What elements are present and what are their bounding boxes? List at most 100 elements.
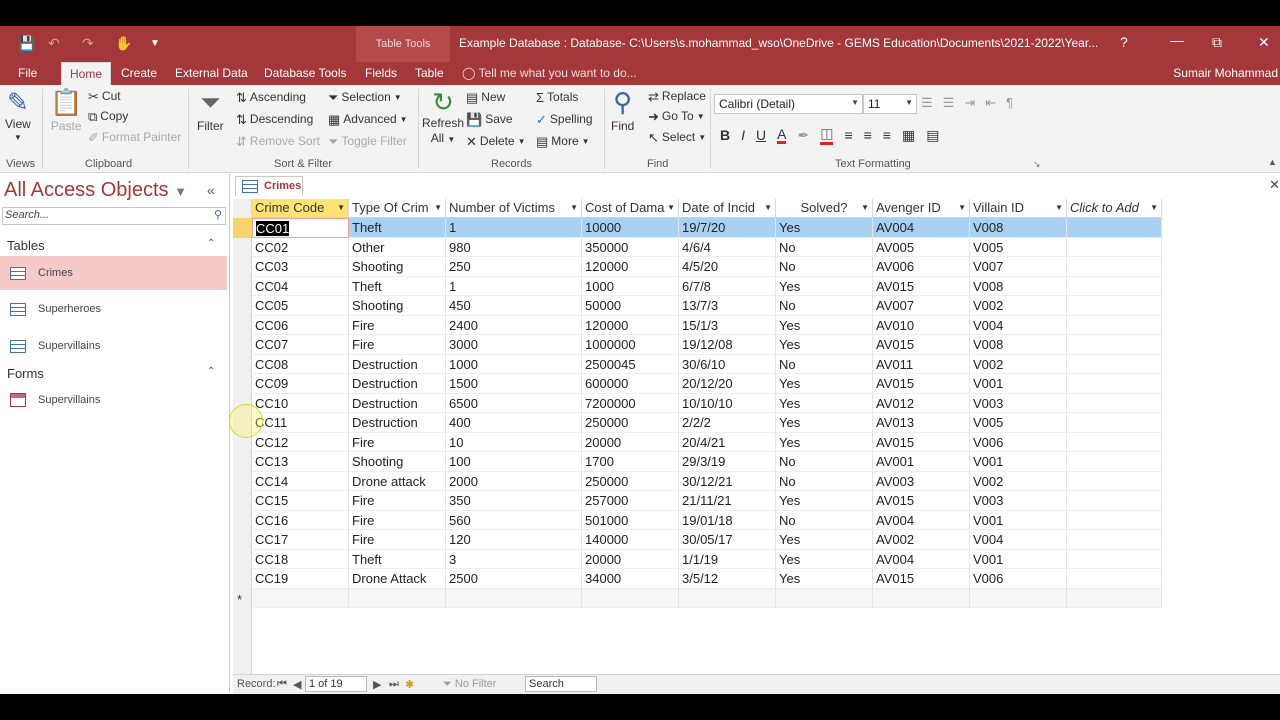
- table-cell[interactable]: 450: [446, 296, 582, 316]
- table-cell[interactable]: V004: [970, 530, 1067, 550]
- replace-button[interactable]: ⇄ Replace: [648, 89, 706, 103]
- table-cell[interactable]: Yes: [776, 218, 873, 238]
- column-filter-dropdown-icon[interactable]: ▼: [570, 203, 578, 212]
- table-cell[interactable]: V002: [970, 296, 1067, 316]
- tab-external-data[interactable]: External Data: [175, 66, 248, 80]
- table-cell[interactable]: No: [776, 510, 873, 530]
- font-name-select[interactable]: Calibri (Detail) ▼: [714, 94, 863, 114]
- table-cell[interactable]: AV015: [873, 569, 970, 589]
- touch-mode-icon[interactable]: ✋: [115, 35, 132, 52]
- table-cell[interactable]: [1067, 432, 1162, 452]
- table-cell[interactable]: V002: [970, 354, 1067, 374]
- table-cell[interactable]: 10000: [582, 218, 679, 238]
- table-cell[interactable]: 30/05/17: [679, 530, 776, 550]
- table-cell[interactable]: V006: [970, 432, 1067, 452]
- new-record-marker[interactable]: *: [237, 592, 242, 607]
- column-filter-dropdown-icon[interactable]: ▼: [1150, 203, 1158, 212]
- table-cell[interactable]: 7200000: [582, 393, 679, 413]
- column-header[interactable]: Crime Code ▼: [252, 199, 349, 218]
- table-cell[interactable]: 1000000: [582, 335, 679, 355]
- table-cell[interactable]: Destruction: [349, 354, 446, 374]
- table-cell[interactable]: [1067, 276, 1162, 296]
- table-cell[interactable]: AV013: [873, 413, 970, 433]
- record-selector[interactable]: [233, 472, 252, 492]
- table-cell[interactable]: Yes: [776, 530, 873, 550]
- table-cell[interactable]: 4/6/4: [679, 237, 776, 257]
- table-cell[interactable]: AV005: [873, 237, 970, 257]
- table-cell[interactable]: 1: [446, 218, 582, 238]
- column-filter-dropdown-icon[interactable]: ▼: [764, 203, 772, 212]
- selection-button[interactable]: ⏷ Selection ▼: [328, 90, 402, 104]
- column-header[interactable]: Date of Incid ▼: [679, 199, 776, 218]
- nav-search-input[interactable]: Search... ⚲: [2, 207, 226, 225]
- table-cell[interactable]: Yes: [776, 335, 873, 355]
- collapse-ribbon-icon[interactable]: ▲: [1268, 157, 1277, 167]
- table-cell[interactable]: 140000: [582, 530, 679, 550]
- table-cell[interactable]: V002: [970, 471, 1067, 491]
- table-cell[interactable]: 400: [446, 413, 582, 433]
- table-cell[interactable]: 21/11/21: [679, 491, 776, 511]
- table-cell[interactable]: Theft: [349, 276, 446, 296]
- table-cell[interactable]: 15/1/3: [679, 315, 776, 335]
- spelling-button[interactable]: ✓ Spelling: [536, 112, 593, 126]
- column-filter-dropdown-icon[interactable]: ▼: [337, 203, 345, 212]
- delete-record-button[interactable]: ✕ Delete ▼: [466, 134, 526, 148]
- save-icon[interactable]: 💾: [18, 35, 35, 52]
- table-cell[interactable]: CC15: [252, 491, 349, 511]
- table-cell[interactable]: [1067, 569, 1162, 589]
- table-cell[interactable]: [1067, 374, 1162, 394]
- table-cell[interactable]: 20/12/20: [679, 374, 776, 394]
- tell-me-search[interactable]: ◯ Tell me what you want to do...: [462, 66, 637, 80]
- table-cell[interactable]: No: [776, 237, 873, 257]
- minimize-button[interactable]: —: [1170, 32, 1184, 48]
- cut-button[interactable]: ✂ Cut: [88, 89, 121, 103]
- table-cell[interactable]: 34000: [582, 569, 679, 589]
- table-cell[interactable]: 980: [446, 237, 582, 257]
- align-left-icon[interactable]: ≡: [844, 127, 852, 143]
- close-button[interactable]: ✕: [1258, 34, 1270, 51]
- collapse-section-icon[interactable]: ⌃: [207, 238, 215, 249]
- table-cell[interactable]: 3: [446, 549, 582, 569]
- collapse-section-icon[interactable]: ⌃: [207, 366, 215, 377]
- table-cell[interactable]: AV011: [873, 354, 970, 374]
- align-center-icon[interactable]: ≡: [864, 127, 872, 143]
- filter-button[interactable]: ⏷ Filter: [197, 89, 224, 133]
- record-selector[interactable]: [233, 491, 252, 511]
- table-cell[interactable]: 100: [446, 452, 582, 472]
- goto-button[interactable]: ➜ Go To ▼: [648, 109, 705, 123]
- font-size-select[interactable]: 11 ▼: [863, 94, 917, 114]
- more-button[interactable]: ▤ More ▼: [536, 134, 590, 148]
- alternate-row-color-icon[interactable]: ▤: [926, 127, 939, 144]
- new-record-cell[interactable]: [970, 588, 1067, 608]
- user-name[interactable]: Sumair Mohammad: [1173, 66, 1278, 80]
- table-cell[interactable]: Yes: [776, 393, 873, 413]
- last-record-button[interactable]: ⏭: [389, 678, 399, 691]
- record-selector[interactable]: [233, 569, 252, 589]
- table-cell[interactable]: Fire: [349, 432, 446, 452]
- table-cell[interactable]: CC05: [252, 296, 349, 316]
- table-cell[interactable]: V003: [970, 393, 1067, 413]
- table-cell[interactable]: V001: [970, 374, 1067, 394]
- record-selector[interactable]: [233, 277, 252, 297]
- table-cell[interactable]: [1067, 452, 1162, 472]
- paragraph-direction-icon[interactable]: ¶: [1006, 96, 1013, 109]
- column-filter-dropdown-icon[interactable]: ▼: [1055, 203, 1063, 212]
- table-cell[interactable]: [1067, 237, 1162, 257]
- record-selector[interactable]: [233, 335, 252, 355]
- table-cell[interactable]: [1067, 491, 1162, 511]
- table-cell[interactable]: 6500: [446, 393, 582, 413]
- table-cell[interactable]: 257000: [582, 491, 679, 511]
- table-cell[interactable]: AV004: [873, 510, 970, 530]
- new-record-cell[interactable]: [252, 588, 349, 608]
- table-cell[interactable]: [1067, 549, 1162, 569]
- table-cell[interactable]: [1067, 296, 1162, 316]
- increase-indent-icon[interactable]: ⇥: [964, 96, 975, 109]
- table-cell[interactable]: Shooting: [349, 296, 446, 316]
- table-cell[interactable]: AV006: [873, 257, 970, 277]
- column-filter-dropdown-icon[interactable]: ▼: [434, 203, 442, 212]
- table-cell[interactable]: 30/6/10: [679, 354, 776, 374]
- redo-icon[interactable]: ↷: [82, 35, 94, 52]
- table-cell[interactable]: Yes: [776, 374, 873, 394]
- table-cell[interactable]: [1067, 335, 1162, 355]
- current-record-field[interactable]: 1 of 19: [305, 676, 367, 692]
